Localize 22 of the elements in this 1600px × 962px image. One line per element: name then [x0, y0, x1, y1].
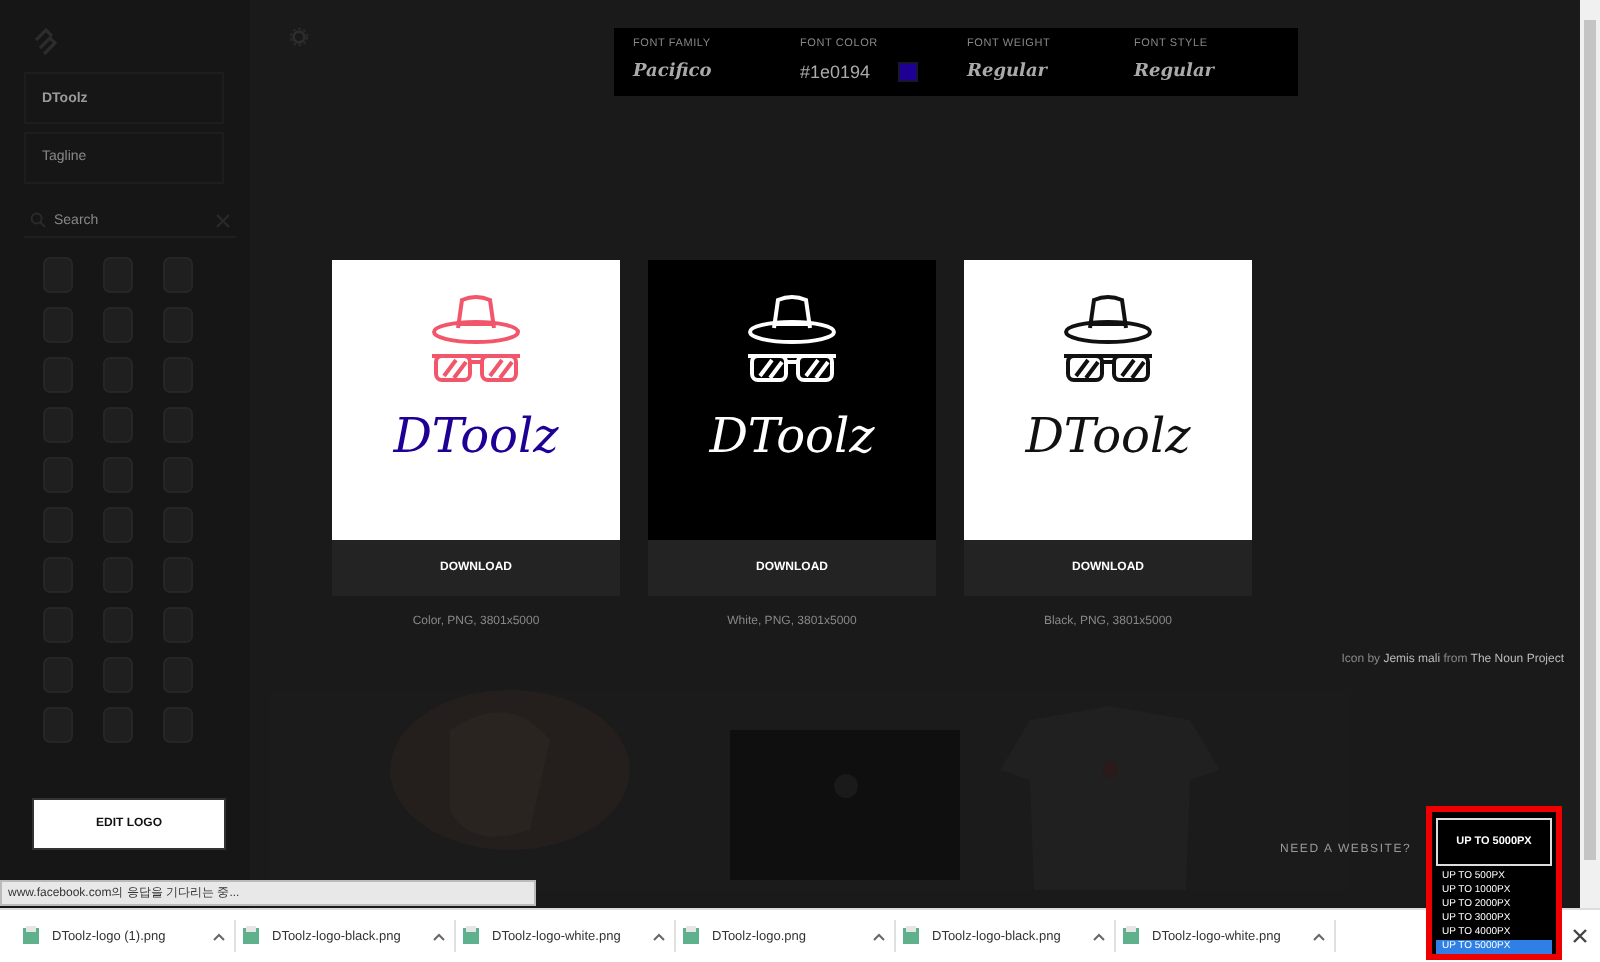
close-icon[interactable] [1572, 928, 1588, 944]
logo-wordmark: DToolz [393, 412, 559, 460]
file-icon [1122, 926, 1140, 947]
font-setting-value[interactable]: #1e0194 [800, 62, 871, 82]
caret-icon[interactable] [212, 931, 226, 942]
file-icon [462, 926, 480, 947]
scrollbar[interactable] [1580, 0, 1600, 909]
caret-icon[interactable] [1092, 931, 1106, 942]
color-swatch[interactable] [898, 62, 919, 82]
file-icon [22, 926, 40, 947]
font-setting-value[interactable]: Regular [967, 62, 1048, 82]
caret-icon[interactable] [872, 931, 886, 942]
font-setting-value[interactable]: Pacifico [633, 62, 712, 82]
file-icon [242, 926, 260, 947]
font-setting-value[interactable]: Regular [1134, 62, 1215, 82]
file-icon [682, 926, 700, 947]
caret-icon[interactable] [1312, 931, 1326, 942]
logo-wordmark: DToolz [709, 412, 875, 460]
caret-icon[interactable] [652, 931, 666, 942]
file-icon [902, 926, 920, 947]
logo-wordmark: DToolz [1025, 412, 1191, 460]
caret-icon[interactable] [432, 931, 446, 942]
